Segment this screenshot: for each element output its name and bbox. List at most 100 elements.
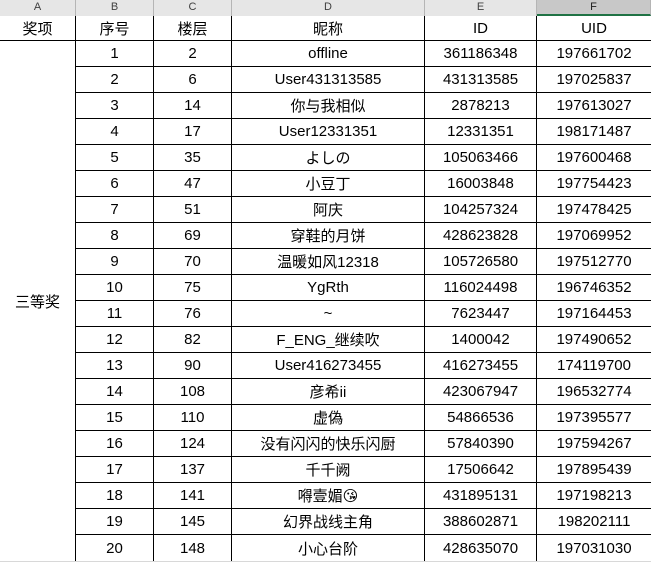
header-cell-uid[interactable]: UID: [537, 16, 651, 41]
cell-uid[interactable]: 197512770: [537, 249, 651, 275]
header-cell-floor[interactable]: 楼层: [154, 16, 232, 41]
cell-floor[interactable]: 6: [154, 67, 232, 93]
cell-nickname[interactable]: よしの: [232, 145, 425, 171]
column-header-c[interactable]: C: [154, 0, 232, 16]
cell-uid[interactable]: 197594267: [537, 431, 651, 457]
cell-id[interactable]: 104257324: [425, 197, 537, 223]
cell-id[interactable]: 388602871: [425, 509, 537, 535]
cell-floor[interactable]: 110: [154, 405, 232, 431]
cell-index[interactable]: 2: [76, 67, 154, 93]
cell-index[interactable]: 12: [76, 327, 154, 353]
cell-index[interactable]: 7: [76, 197, 154, 223]
cell-index[interactable]: 20: [76, 535, 154, 561]
cell-floor[interactable]: 51: [154, 197, 232, 223]
cell-index[interactable]: 8: [76, 223, 154, 249]
cell-floor[interactable]: 90: [154, 353, 232, 379]
cell-floor[interactable]: 137: [154, 457, 232, 483]
cell-floor[interactable]: 17: [154, 119, 232, 145]
cell-id[interactable]: 431895131: [425, 483, 537, 509]
cell-nickname[interactable]: 虚偽: [232, 405, 425, 431]
cell-index[interactable]: 17: [76, 457, 154, 483]
column-header-b[interactable]: B: [76, 0, 154, 16]
cell-floor[interactable]: 82: [154, 327, 232, 353]
cell-id[interactable]: 105063466: [425, 145, 537, 171]
cell-index[interactable]: 10: [76, 275, 154, 301]
cell-uid[interactable]: 174119700: [537, 353, 651, 379]
cell-id[interactable]: 12331351: [425, 119, 537, 145]
cell-nickname[interactable]: 穿鞋的月饼: [232, 223, 425, 249]
cell-uid[interactable]: 197600468: [537, 145, 651, 171]
cell-nickname[interactable]: YgRth: [232, 275, 425, 301]
cell-uid[interactable]: 197661702: [537, 41, 651, 67]
cell-index[interactable]: 19: [76, 509, 154, 535]
header-cell-id[interactable]: ID: [425, 16, 537, 41]
cell-id[interactable]: 16003848: [425, 171, 537, 197]
cell-id[interactable]: 2878213: [425, 93, 537, 119]
column-header-a[interactable]: A: [0, 0, 76, 16]
cell-id[interactable]: 116024498: [425, 275, 537, 301]
award-merged-cell[interactable]: 三等奖: [0, 41, 76, 561]
cell-floor[interactable]: 124: [154, 431, 232, 457]
cell-id[interactable]: 416273455: [425, 353, 537, 379]
cell-uid[interactable]: 197754423: [537, 171, 651, 197]
cell-nickname[interactable]: F_ENG_继续吹: [232, 327, 425, 353]
cell-id[interactable]: 57840390: [425, 431, 537, 457]
cell-id[interactable]: 7623447: [425, 301, 537, 327]
header-cell-nickname[interactable]: 昵称: [232, 16, 425, 41]
cell-nickname[interactable]: 你与我相似: [232, 93, 425, 119]
cell-index[interactable]: 4: [76, 119, 154, 145]
cell-id[interactable]: 17506642: [425, 457, 537, 483]
cell-nickname[interactable]: offline: [232, 41, 425, 67]
cell-index[interactable]: 6: [76, 171, 154, 197]
column-header-d[interactable]: D: [232, 0, 425, 16]
cell-id[interactable]: 361186348: [425, 41, 537, 67]
cell-nickname[interactable]: 小豆丁: [232, 171, 425, 197]
cell-nickname[interactable]: User12331351: [232, 119, 425, 145]
cell-nickname[interactable]: 千千阙: [232, 457, 425, 483]
cell-id[interactable]: 423067947: [425, 379, 537, 405]
cell-uid[interactable]: 198171487: [537, 119, 651, 145]
cell-uid[interactable]: 197025837: [537, 67, 651, 93]
cell-id[interactable]: 428623828: [425, 223, 537, 249]
cell-nickname[interactable]: ~: [232, 301, 425, 327]
cell-index[interactable]: 16: [76, 431, 154, 457]
cell-id[interactable]: 431313585: [425, 67, 537, 93]
cell-uid[interactable]: 197613027: [537, 93, 651, 119]
cell-index[interactable]: 14: [76, 379, 154, 405]
cell-floor[interactable]: 2: [154, 41, 232, 67]
cell-floor[interactable]: 141: [154, 483, 232, 509]
cell-id[interactable]: 54866536: [425, 405, 537, 431]
cell-index[interactable]: 18: [76, 483, 154, 509]
cell-uid[interactable]: 197478425: [537, 197, 651, 223]
cell-uid[interactable]: 196532774: [537, 379, 651, 405]
cell-index[interactable]: 11: [76, 301, 154, 327]
cell-floor[interactable]: 108: [154, 379, 232, 405]
cell-nickname[interactable]: 小心台阶: [232, 535, 425, 561]
cell-floor[interactable]: 14: [154, 93, 232, 119]
cell-uid[interactable]: 198202111: [537, 509, 651, 535]
cell-id[interactable]: 428635070: [425, 535, 537, 561]
cell-floor[interactable]: 76: [154, 301, 232, 327]
cell-nickname[interactable]: User431313585: [232, 67, 425, 93]
cell-floor[interactable]: 70: [154, 249, 232, 275]
cell-nickname[interactable]: 彦希ii: [232, 379, 425, 405]
cell-floor[interactable]: 145: [154, 509, 232, 535]
cell-id[interactable]: 105726580: [425, 249, 537, 275]
cell-uid[interactable]: 197895439: [537, 457, 651, 483]
header-cell-index[interactable]: 序号: [76, 16, 154, 41]
cell-uid[interactable]: 196746352: [537, 275, 651, 301]
cell-uid[interactable]: 197031030: [537, 535, 651, 561]
cell-index[interactable]: 13: [76, 353, 154, 379]
cell-nickname[interactable]: 幻界战线主角: [232, 509, 425, 535]
cell-index[interactable]: 15: [76, 405, 154, 431]
cell-index[interactable]: 9: [76, 249, 154, 275]
cell-floor[interactable]: 69: [154, 223, 232, 249]
cell-uid[interactable]: 197198213: [537, 483, 651, 509]
cell-uid[interactable]: 197164453: [537, 301, 651, 327]
cell-index[interactable]: 5: [76, 145, 154, 171]
cell-nickname[interactable]: 没有闪闪的快乐闪厨: [232, 431, 425, 457]
cell-uid[interactable]: 197069952: [537, 223, 651, 249]
cell-nickname[interactable]: 嘚壹媚😘: [232, 483, 425, 509]
cell-floor[interactable]: 35: [154, 145, 232, 171]
column-header-f[interactable]: F: [537, 0, 651, 16]
